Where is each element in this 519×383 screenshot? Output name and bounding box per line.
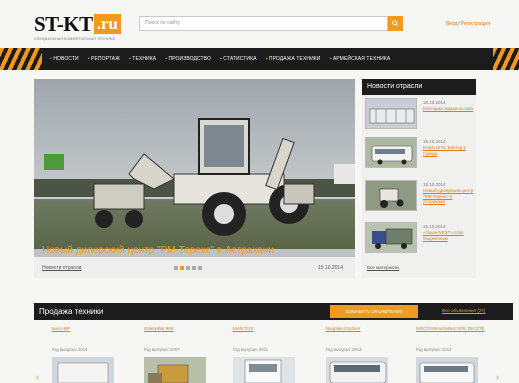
nav-item-production[interactable]: ПРОИЗВОДСТВО bbox=[165, 56, 211, 62]
industry-news-panel: Новости отрасли 16.10.2014 Мотоцикл марк… bbox=[362, 79, 476, 278]
nav-item-tech[interactable]: ТЕХНИКА bbox=[129, 56, 156, 62]
news-title-link[interactable]: КАвЗ-4270, Вектор в города bbox=[423, 145, 475, 156]
product-name-link[interactable]: MAN TGS bbox=[233, 326, 311, 337]
news-date: 15.10.2014 bbox=[423, 139, 446, 144]
nav-item-news[interactable]: НОВОСТИ bbox=[50, 56, 79, 62]
news-title-link[interactable]: Мотоцикл марки из газа bbox=[423, 106, 475, 112]
product-image[interactable] bbox=[416, 357, 478, 383]
product-image[interactable] bbox=[326, 357, 388, 383]
auth-links: Вход/Регистрация bbox=[446, 21, 490, 27]
search-input[interactable]: Поиск по сайту bbox=[139, 16, 388, 31]
product-year: Год выпуска: 2013 bbox=[326, 347, 362, 352]
news-title-link[interactable]: «Газон NEXT» стал бюджетным bbox=[423, 230, 475, 241]
news-item[interactable]: 15.10.2014 КАвЗ-4270, Вектор в города bbox=[365, 137, 475, 171]
news-thumbnail[interactable] bbox=[365, 137, 417, 168]
hero-loader-image bbox=[34, 118, 355, 236]
nav-item-reports[interactable]: РЕПОРТАЖ bbox=[88, 56, 120, 62]
page: ST-KT .ru СПЕЦИАЛЬНАЯ КОММЕРЧЕСКАЯ ТЕХНИ… bbox=[0, 0, 519, 383]
news-date: 15.10.2014 bbox=[423, 224, 446, 229]
slider-dot[interactable] bbox=[198, 266, 202, 270]
product-card[interactable]: Neoplan Cityliner Год выпуска: 2013 bbox=[326, 326, 404, 383]
hero-slider[interactable]: Новый дилерский центр "РМ-Терекс" в Астр… bbox=[34, 79, 355, 278]
product-card[interactable]: Iveco BP Год выпуска: 2014 bbox=[52, 326, 130, 383]
product-name-link[interactable]: IVECO Menarinibus SFR 154 ZTE bbox=[416, 326, 494, 337]
search-button[interactable] bbox=[388, 16, 403, 31]
nav-item-sales[interactable]: ПРОДАЖА ТЕХНИКИ bbox=[266, 56, 321, 62]
product-image[interactable] bbox=[52, 357, 114, 383]
chevron-right-icon[interactable]: › bbox=[496, 372, 499, 382]
news-date: 15.10.2014 bbox=[423, 182, 446, 187]
product-year: Год выпуска: 2011 bbox=[233, 347, 269, 352]
product-image[interactable] bbox=[144, 357, 206, 383]
slider-dot-active[interactable] bbox=[180, 266, 184, 270]
slider-dot[interactable] bbox=[186, 266, 190, 270]
news-thumbnail[interactable] bbox=[365, 222, 417, 253]
news-item[interactable]: 15.10.2014 «Газон NEXT» стал бюджетным bbox=[365, 222, 475, 256]
nav-stripes-left bbox=[0, 48, 42, 70]
news-all-link[interactable]: Все материалы bbox=[367, 265, 399, 270]
product-image[interactable] bbox=[233, 357, 295, 383]
hero-title-link[interactable]: Новый дилерский центр "РМ-Терекс" в Астр… bbox=[42, 245, 274, 256]
logo-tagline: СПЕЦИАЛЬНАЯ КОММЕРЧЕСКАЯ ТЕХНИКА bbox=[34, 37, 115, 41]
product-card[interactable]: Caterpillar 966 Год выпуска: 2007 bbox=[144, 326, 222, 383]
product-card[interactable]: IVECO Menarinibus SFR 154 ZTE Год выпуск… bbox=[416, 326, 494, 383]
hero-date: 15.10.2014 bbox=[317, 265, 343, 271]
site-logo[interactable]: ST-KT .ru bbox=[34, 11, 121, 36]
news-date: 16.10.2014 bbox=[423, 100, 446, 105]
chevron-left-icon[interactable]: ‹ bbox=[36, 372, 39, 382]
product-name-link[interactable]: Caterpillar 966 bbox=[144, 326, 222, 337]
nav-items: НОВОСТИ РЕПОРТАЖ ТЕХНИКА ПРОИЗВОДСТВО СТ… bbox=[50, 48, 399, 70]
auth-separator: / bbox=[458, 21, 460, 27]
product-name-link[interactable]: Iveco BP bbox=[52, 326, 130, 337]
slider-dot[interactable] bbox=[192, 266, 196, 270]
product-year: Год выпуска: 2007 bbox=[144, 347, 180, 352]
nav-item-army[interactable]: АРМЕЙСКАЯ ТЕХНИКА bbox=[330, 56, 391, 62]
search-icon bbox=[392, 20, 399, 27]
news-item[interactable]: 15.10.2014 Новый дилерский центр "РМ-Тер… bbox=[365, 180, 475, 214]
nav-item-statistics[interactable]: СТАТИСТИКА bbox=[220, 56, 257, 62]
logo-domain-badge: .ru bbox=[93, 14, 121, 34]
product-year: Год выпуска: 2014 bbox=[52, 347, 88, 352]
hero-category-link[interactable]: Новости отрасли bbox=[42, 265, 81, 271]
register-link[interactable]: Регистрация bbox=[461, 21, 490, 27]
news-item[interactable]: 16.10.2014 Мотоцикл марки из газа bbox=[365, 98, 475, 132]
product-card[interactable]: MAN TGS Год выпуска: 2011 bbox=[233, 326, 311, 383]
slider-dots bbox=[174, 266, 204, 270]
product-name-link[interactable]: Neoplan Cityliner bbox=[326, 326, 404, 337]
news-title-link[interactable]: Новый дилерский центр "РМ-Терекс" в Астр… bbox=[423, 188, 475, 205]
slider-dot[interactable] bbox=[174, 266, 178, 270]
main-nav: НОВОСТИ РЕПОРТАЖ ТЕХНИКА ПРОИЗВОДСТВО СТ… bbox=[0, 48, 519, 70]
add-listing-button[interactable]: ДОБАВИТЬ ОБЪЯВЛЕНИЕ bbox=[330, 305, 418, 318]
sales-header: Продажа техники ДОБАВИТЬ ОБЪЯВЛЕНИЕ Все … bbox=[34, 303, 513, 320]
all-listings-link[interactable]: Все объявления (27) bbox=[442, 308, 485, 313]
nav-stripes-right bbox=[493, 48, 519, 70]
news-thumbnail[interactable] bbox=[365, 98, 417, 129]
sales-heading: Продажа техники bbox=[39, 307, 104, 316]
logo-main-text: ST-KT bbox=[34, 11, 93, 36]
login-link[interactable]: Вход bbox=[446, 21, 457, 27]
product-year: Год выпуска: 2014 bbox=[416, 347, 452, 352]
news-heading: Новости отрасли bbox=[362, 79, 476, 95]
news-thumbnail[interactable] bbox=[365, 180, 417, 211]
hero-footer: Новости отрасли 15.10.2014 bbox=[34, 257, 355, 278]
